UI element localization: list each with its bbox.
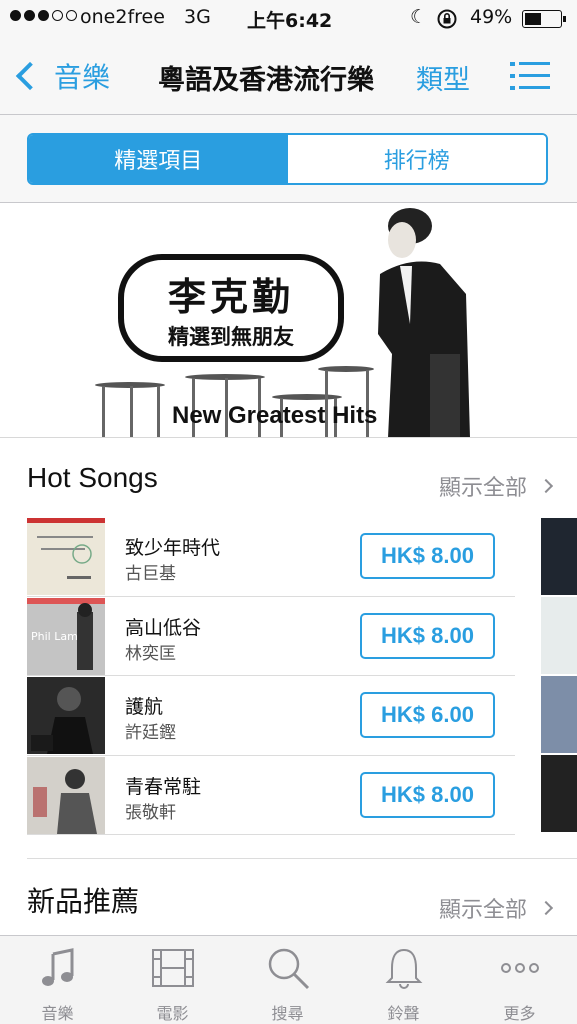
banner-album-english: New Greatest Hits [172,402,378,429]
album-art: Phil Lam [27,597,105,675]
tab-bar: 音樂 電影 搜尋 鈴聲 更多 [0,935,577,1024]
hot-songs-title: Hot Songs [27,462,158,493]
artist-photo [378,208,470,437]
page-title: 粵語及香港流行樂 [158,65,374,96]
song-row[interactable]: 青春常駐 張敬軒 HK$ 8.00 [27,756,515,835]
song-row[interactable]: 致少年時代 古巨基 HK$ 8.00 [27,517,515,597]
tab-ringtones[interactable]: 鈴聲 [346,936,461,1024]
banner-album-title: 精選到無朋友 [168,325,294,349]
rotation-lock-icon [436,8,458,35]
tab-label: 搜尋 [271,1004,304,1023]
film-icon [152,949,194,987]
hot-songs-list: 致少年時代 古巨基 HK$ 8.00 Phil Lam 高山低谷 林奕匡 HK$… [27,517,515,835]
next-page-art[interactable] [541,597,577,674]
chevron-right-icon [538,900,554,916]
more-icon [501,963,539,973]
price-button[interactable]: HK$ 8.00 [360,612,495,659]
song-row[interactable]: Phil Lam 高山低谷 林奕匡 HK$ 8.00 [27,597,515,676]
section-divider [27,858,577,859]
list-menu-icon[interactable] [510,62,550,90]
navigation-bar: 音樂 粵語及香港流行樂 類型 [0,38,577,115]
svg-text:Phil Lam: Phil Lam [31,630,78,643]
bell-icon [385,948,423,989]
new-releases-show-all[interactable]: 顯示全部 [438,892,554,924]
album-art [27,756,105,834]
tab-search[interactable]: 搜尋 [230,936,345,1024]
tab-label: 電影 [156,1004,189,1023]
back-button[interactable]: 音樂 [12,56,110,96]
song-title: 護航 [125,696,164,718]
show-all-label: 顯示全部 [438,476,527,501]
chevron-right-icon [538,478,554,494]
clock: 上午6:42 [247,10,333,32]
album-badge: 李克勤 精選到無朋友 [118,254,344,362]
segment-bar: 精選項目 排行榜 [0,115,577,203]
network-type: 3G [184,6,211,28]
song-row[interactable]: 護航 許廷鏗 HK$ 6.00 [27,676,515,756]
price-button[interactable]: HK$ 8.00 [360,533,495,579]
segment-featured[interactable]: 精選項目 [29,135,288,183]
song-artist: 林奕匡 [125,643,176,664]
next-page-art[interactable] [541,518,577,595]
tab-more[interactable]: 更多 [462,936,577,1024]
price-button[interactable]: HK$ 6.00 [360,692,495,738]
back-button-label: 音樂 [54,61,111,94]
show-all-label: 顯示全部 [438,898,527,923]
song-title: 青春常駐 [125,775,202,798]
tab-label: 鈴聲 [387,1004,420,1023]
tab-label: 音樂 [41,1004,74,1023]
tab-label: 更多 [503,1004,536,1023]
banner-artist: 李克勤 [167,275,294,319]
song-artist: 古巨基 [125,564,176,584]
song-artist: 張敬軒 [125,802,176,823]
tab-movies[interactable]: 電影 [115,936,230,1024]
do-not-disturb-icon: ☾ [410,6,428,28]
battery-percent: 49% [470,6,513,28]
search-icon [268,948,310,990]
status-bar: one2free 3G 上午6:42 ☾ 49% [0,0,577,38]
price-button[interactable]: HK$ 8.00 [360,771,495,818]
music-note-icon [42,948,74,986]
chevron-left-icon [15,61,45,91]
signal-strength-icon [10,10,77,21]
album-art [27,677,105,754]
album-art [27,518,105,595]
genre-button[interactable]: 類型 [416,58,470,97]
segmented-control: 精選項目 排行榜 [27,133,548,185]
hot-songs-show-all[interactable]: 顯示全部 [438,470,554,502]
song-title: 高山低谷 [125,616,202,639]
song-title: 致少年時代 [125,537,221,559]
next-page-art[interactable] [541,755,577,832]
tab-music[interactable]: 音樂 [0,936,115,1024]
carrier-name: one2free [80,6,165,28]
featured-banner[interactable]: 李克勤 精選到無朋友 New Greatest Hits [0,204,577,438]
song-artist: 許廷鏗 [125,723,176,743]
next-page-art[interactable] [541,676,577,753]
battery-icon [522,10,566,28]
segment-charts[interactable]: 排行榜 [287,135,546,183]
new-releases-title: 新品推薦 [27,886,140,917]
